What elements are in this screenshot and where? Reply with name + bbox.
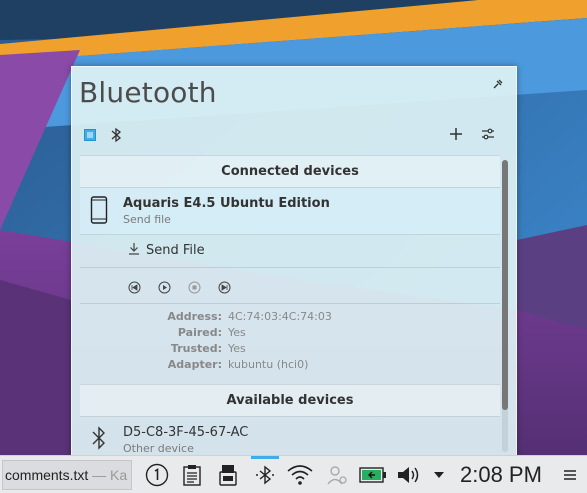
bluetooth-popup: Bluetooth Connected devices Aquaris E4.5…: [71, 66, 517, 457]
taskbar: comments.txt — Ka 2:08 PM: [0, 455, 587, 493]
send-file-button[interactable]: Send File: [128, 242, 205, 259]
info-row-adapter: Adapter: kubuntu (hci0): [167, 358, 309, 371]
info-row-address: Address: 4C:74:03:4C:74:03: [167, 310, 332, 323]
send-file-label: Send File: [146, 243, 205, 258]
available-devices-header: Available devices: [80, 384, 500, 417]
available-device-row[interactable]: D5-C8-3F-45-67-AC Other device: [80, 417, 500, 455]
info-row-trusted: Trusted: Yes: [170, 342, 246, 355]
volume-icon[interactable]: [395, 456, 423, 493]
pin-icon[interactable]: [492, 77, 504, 89]
device-name: Aquaris E4.5 Ubuntu Edition: [123, 196, 330, 211]
battery-icon[interactable]: [358, 456, 388, 493]
bluetooth-enable-checkbox[interactable]: [82, 127, 98, 143]
media-controls: [80, 268, 500, 304]
bluetooth-icon: [108, 127, 124, 143]
connected-device-row[interactable]: Aquaris E4.5 Ubuntu Edition Send file: [80, 188, 500, 235]
previous-track-icon[interactable]: [128, 279, 141, 294]
download-icon: [128, 242, 140, 259]
info-row-paired: Paired: Yes: [177, 326, 246, 339]
device-subtitle: Other device: [123, 442, 194, 455]
menu-icon[interactable]: [560, 456, 580, 493]
device-notifier-icon[interactable]: [214, 456, 242, 493]
expand-tray-icon[interactable]: [430, 456, 448, 493]
clipboard-icon[interactable]: [178, 456, 206, 493]
device-subtitle: Send file: [123, 213, 171, 226]
add-device-icon[interactable]: [448, 126, 464, 142]
bluetooth-icon: [90, 425, 108, 453]
notifications-icon[interactable]: [143, 456, 171, 493]
user-switcher-icon[interactable]: [323, 456, 351, 493]
wifi-icon[interactable]: [285, 456, 315, 493]
send-file-row: Send File: [80, 235, 500, 268]
play-icon[interactable]: [158, 279, 171, 294]
configure-icon[interactable]: [480, 126, 496, 142]
device-name: D5-C8-3F-45-67-AC: [123, 425, 249, 440]
smartphone-icon: [90, 196, 108, 224]
scrollbar-thumb[interactable]: [502, 160, 508, 410]
clock[interactable]: 2:08 PM: [460, 462, 542, 488]
scrollbar[interactable]: [502, 160, 508, 452]
task-item-suffix: — Ka: [92, 467, 128, 483]
connected-devices-header: Connected devices: [80, 155, 500, 188]
bluetooth-tray-icon[interactable]: [251, 456, 279, 493]
stop-icon[interactable]: [188, 279, 201, 294]
task-item-comments[interactable]: comments.txt — Ka: [2, 460, 132, 490]
device-info: Address: 4C:74:03:4C:74:03 Paired: Yes T…: [80, 304, 500, 384]
task-item-label: comments.txt: [5, 467, 89, 483]
popup-title: Bluetooth: [79, 76, 217, 109]
device-list: Connected devices Aquaris E4.5 Ubuntu Ed…: [80, 155, 500, 455]
next-track-icon[interactable]: [218, 279, 231, 294]
